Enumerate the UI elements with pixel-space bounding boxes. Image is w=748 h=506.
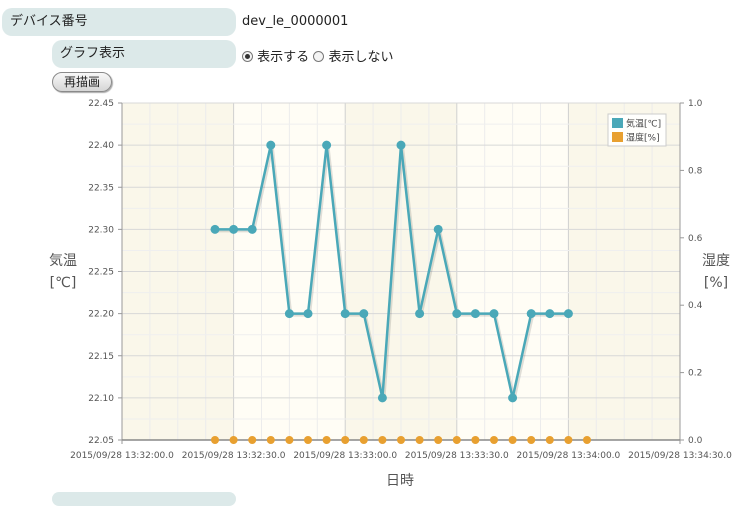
humidity-point: [471, 436, 480, 444]
line-chart: 22.45 22.40 22.35 22.30 22.25 22.20 22.15 22.10…: [70, 99, 732, 461]
temperature-point: [303, 309, 313, 319]
temperature-point: [229, 224, 239, 234]
temperature-point: [415, 309, 425, 319]
temperature-point: [396, 140, 406, 150]
temperature-point: [489, 309, 499, 319]
temperature-point: [526, 309, 536, 319]
y-left-tick-label: 22.10: [88, 394, 114, 404]
y-left-tick-label: 22.15: [88, 352, 114, 362]
y-left-tick-label: 22.05: [88, 436, 114, 446]
x-tick-label: 2015/09/28 13:32:00.0: [70, 451, 174, 461]
legend-label: 気温[℃]: [626, 118, 661, 130]
humidity-point: [545, 436, 554, 444]
temperature-point: [545, 309, 555, 319]
humidity-point: [211, 436, 219, 444]
legend-swatch: [612, 118, 623, 128]
y-left-tick-label: 22.35: [88, 183, 114, 193]
humidity-point: [248, 436, 257, 444]
temperature-point: [508, 393, 518, 403]
y-right-tick-label: 0.8: [688, 166, 703, 176]
y-left-tick-label: 22.25: [88, 268, 114, 278]
x-tick-label: 2015/09/28 13:33:30.0: [405, 451, 509, 461]
humidity-point: [490, 436, 498, 444]
y-left-tick-label: 22.20: [88, 310, 114, 320]
y-right-tick-label: 0.6: [688, 234, 703, 244]
temperature-point: [266, 140, 276, 150]
temperature-point: [470, 309, 480, 319]
humidity-point: [564, 436, 573, 444]
temperature-point: [452, 309, 462, 319]
humidity-point: [583, 436, 591, 444]
y-right-tick-label: 0.4: [688, 301, 703, 311]
humidity-point: [359, 436, 368, 444]
humidity-point: [508, 436, 517, 444]
temperature-point: [284, 309, 294, 319]
humidity-point: [434, 436, 443, 444]
legend-swatch: [612, 132, 623, 142]
temperature-point: [247, 224, 257, 234]
humidity-point: [285, 436, 294, 444]
x-tick-label: 2015/09/28 13:33:00.0: [293, 451, 397, 461]
y-left-tick-label: 22.30: [88, 225, 114, 235]
temperature-point: [563, 309, 573, 319]
humidity-point: [527, 436, 536, 444]
y-left-tick-label: 22.45: [88, 99, 114, 109]
temperature-point: [340, 309, 350, 319]
temperature-point: [322, 140, 332, 150]
x-tick-label: 2015/09/28 13:34:00.0: [517, 451, 621, 461]
x-axis-title: 日時: [386, 473, 414, 489]
x-tick-label: 2015/09/28 13:34:30.0: [628, 451, 732, 461]
humidity-point: [229, 436, 238, 444]
legend-label: 湿度[%]: [626, 132, 660, 144]
y-right-tick-label: 0.0: [688, 436, 703, 446]
humidity-point: [266, 436, 275, 444]
next-row-label: [52, 492, 236, 506]
humidity-point: [322, 436, 331, 444]
humidity-point: [378, 436, 387, 444]
temperature-point: [359, 309, 369, 319]
humidity-point: [452, 436, 461, 444]
temperature-point: [433, 224, 443, 234]
humidity-point: [415, 436, 424, 444]
y-right-tick-label: 1.0: [688, 99, 703, 109]
y-right-tick-label: 0.2: [688, 369, 702, 379]
humidity-point: [341, 436, 350, 444]
temperature-point: [377, 393, 387, 403]
humidity-point: [304, 436, 312, 444]
temperature-point: [210, 224, 220, 234]
humidity-point: [397, 436, 405, 444]
x-tick-label: 2015/09/28 13:32:30.0: [182, 451, 286, 461]
y-left-tick-label: 22.40: [88, 141, 114, 151]
